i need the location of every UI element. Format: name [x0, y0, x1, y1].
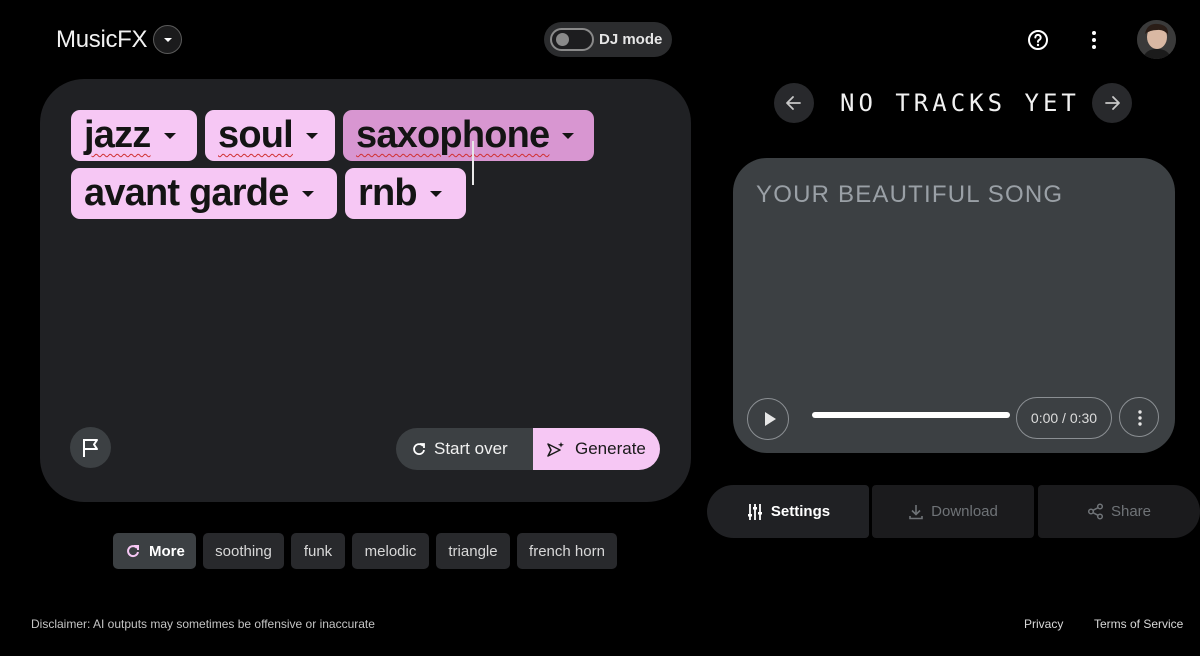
chip-label: saxophone — [356, 114, 550, 156]
chevron-down-icon[interactable] — [301, 190, 314, 197]
chip-label: soul — [218, 114, 294, 156]
share-button[interactable]: Share — [1038, 485, 1200, 538]
dj-mode-toggle[interactable]: DJ mode — [544, 22, 672, 57]
playback-progress-bar[interactable] — [812, 412, 1010, 418]
dj-mode-switch-knob — [556, 33, 569, 46]
prompt-chip-soul[interactable]: soul — [205, 110, 335, 161]
terms-link[interactable]: Terms of Service — [1094, 617, 1183, 631]
chevron-down-icon[interactable] — [305, 132, 318, 139]
settings-button[interactable]: Settings — [707, 485, 869, 538]
chevron-down-icon[interactable] — [562, 132, 575, 139]
generate-button[interactable]: Generate — [533, 428, 660, 470]
start-over-button[interactable]: Start over — [396, 428, 533, 470]
help-button[interactable] — [1026, 28, 1050, 52]
more-suggestions-button[interactable]: More — [113, 533, 196, 569]
tune-icon — [747, 503, 762, 520]
start-over-label: Start over — [434, 439, 508, 458]
download-icon — [909, 504, 923, 519]
arrow-right-icon — [1105, 96, 1120, 110]
privacy-link[interactable]: Privacy — [1024, 617, 1063, 631]
next-track-button[interactable] — [1092, 83, 1132, 123]
prompt-chip-saxophone[interactable]: saxophone — [343, 110, 594, 161]
prompt-panel[interactable]: jazz soul saxophone avant garde rnb Star… — [40, 79, 691, 502]
suggestion-chip[interactable]: triangle — [436, 533, 510, 569]
share-label: Share — [1110, 503, 1152, 520]
share-icon — [1087, 503, 1104, 520]
more-label: More — [149, 542, 185, 560]
suggestion-chip[interactable]: funk — [291, 533, 345, 569]
download-label: Download — [931, 503, 998, 520]
play-button[interactable] — [747, 398, 789, 440]
previous-track-button[interactable] — [774, 83, 814, 123]
download-button[interactable]: Download — [872, 485, 1034, 538]
chip-label: avant garde — [84, 172, 289, 214]
prompt-chip-rnb[interactable]: rnb — [345, 168, 466, 219]
generate-label: Generate — [575, 439, 646, 458]
suggestion-chip[interactable]: soothing — [203, 533, 284, 569]
app-switcher-dropdown[interactable] — [153, 25, 182, 54]
report-button[interactable] — [70, 427, 111, 468]
suggestion-chip[interactable]: french horn — [517, 533, 617, 569]
flag-icon — [83, 439, 98, 457]
help-icon — [1028, 30, 1048, 50]
refresh-icon — [127, 545, 139, 558]
dj-mode-switch[interactable] — [550, 28, 594, 51]
avatar-image — [1137, 20, 1176, 59]
more-options-button[interactable] — [1082, 28, 1106, 52]
disclaimer-text: Disclaimer: AI outputs may sometimes be … — [31, 617, 375, 631]
dj-mode-label: DJ mode — [599, 31, 663, 48]
tracks-title: NO TRACKS YET — [840, 89, 1080, 117]
refresh-icon — [413, 443, 425, 455]
suggestion-chip[interactable]: melodic — [352, 533, 429, 569]
user-avatar[interactable] — [1137, 20, 1176, 59]
chip-label: jazz — [84, 114, 151, 156]
song-more-button[interactable] — [1119, 397, 1159, 437]
more-vert-icon — [1092, 31, 1096, 49]
app-logo: MusicFX — [56, 26, 148, 53]
prompt-actions: Start over Generate — [396, 428, 660, 470]
song-card: YOUR BEAUTIFUL SONG 0:00 / 0:30 — [733, 158, 1175, 453]
arrow-left-icon — [786, 96, 801, 110]
prompt-chip-jazz[interactable]: jazz — [71, 110, 197, 161]
text-cursor — [472, 141, 474, 185]
song-title: YOUR BEAUTIFUL SONG — [756, 181, 1064, 208]
send-sparkle-icon — [547, 442, 564, 457]
more-vert-icon — [1138, 410, 1142, 426]
settings-label: Settings — [770, 503, 831, 520]
prompt-chip-avant-garde[interactable]: avant garde — [71, 168, 337, 219]
playback-time: 0:00 / 0:30 — [1016, 397, 1112, 439]
chevron-down-icon[interactable] — [429, 190, 442, 197]
chevron-down-icon[interactable] — [163, 132, 176, 139]
chip-label: rnb — [358, 172, 418, 214]
